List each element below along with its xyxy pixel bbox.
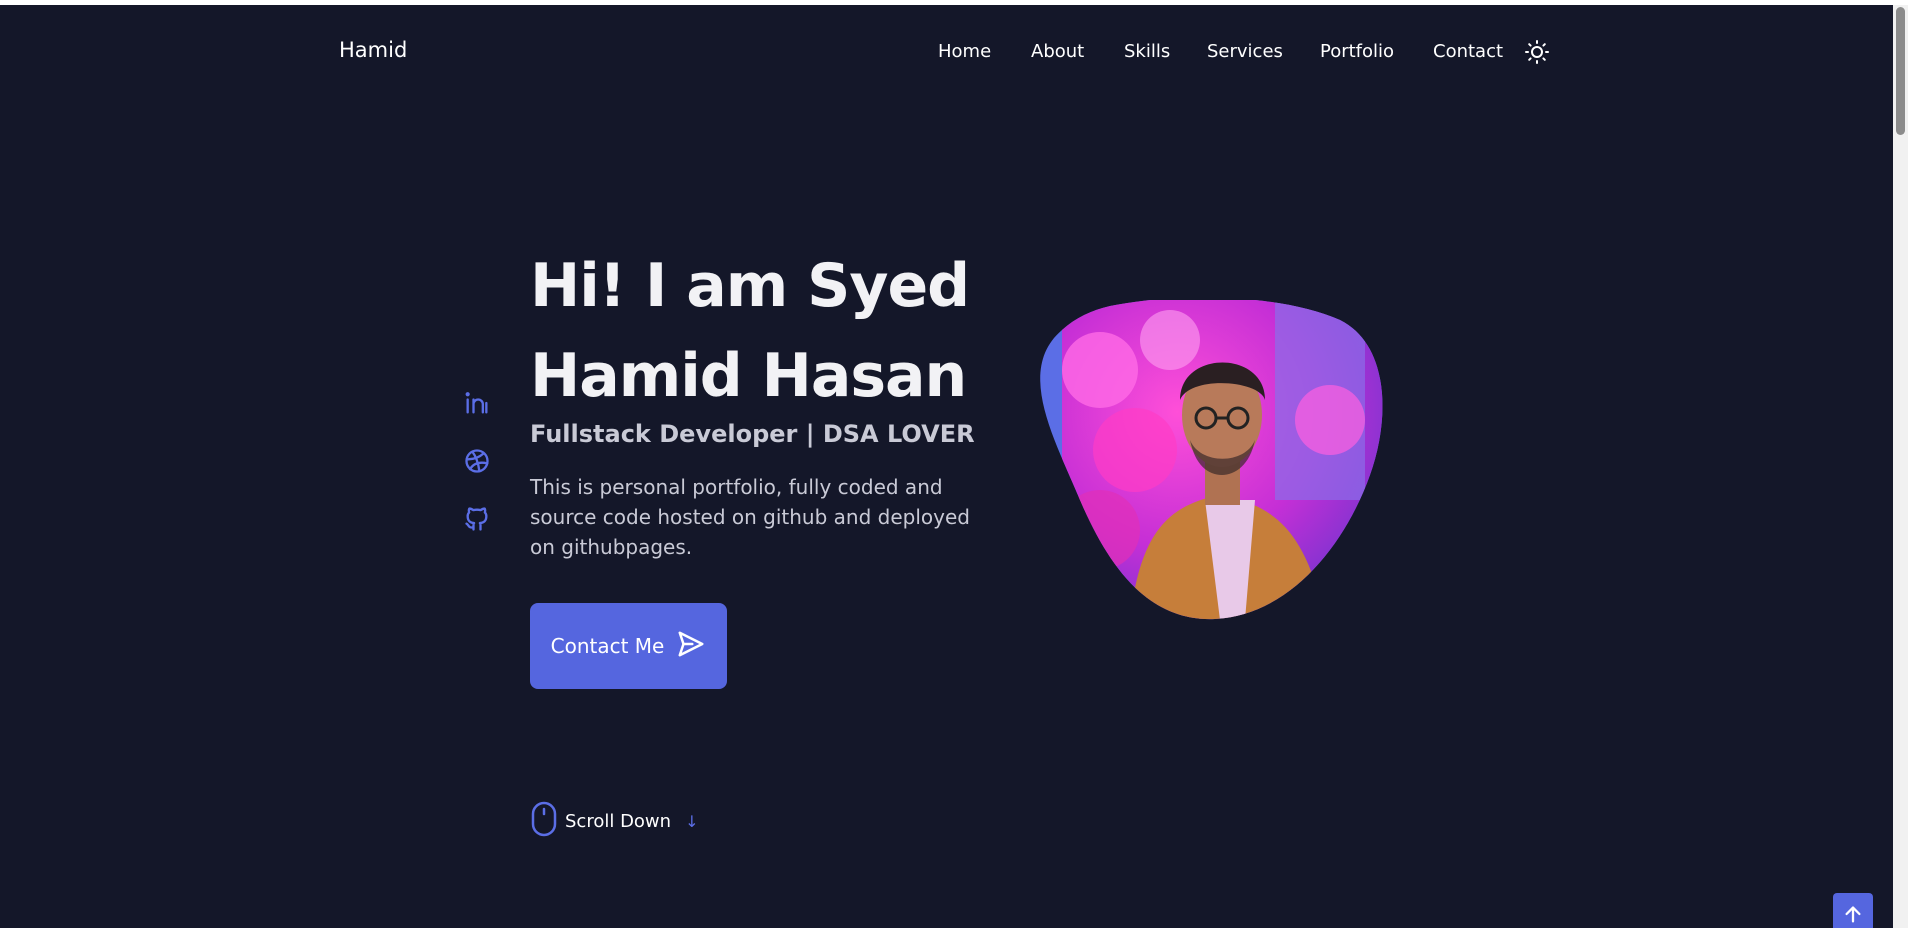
hero-subtitle: Fullstack Developer | DSA LOVER: [530, 420, 975, 448]
send-icon: [676, 629, 706, 664]
nav-portfolio[interactable]: Portfolio: [1320, 41, 1394, 62]
nav-home[interactable]: Home: [938, 41, 991, 62]
scrollbar-thumb[interactable]: [1896, 7, 1905, 135]
page-viewport: Hamid Home About Skills Services Portfol…: [0, 5, 1893, 928]
github-icon[interactable]: [463, 505, 491, 533]
dribbble-icon[interactable]: [463, 447, 491, 475]
scroll-up-button[interactable]: [1833, 893, 1873, 928]
mouse-icon: [531, 801, 557, 841]
contact-me-button[interactable]: Contact Me: [530, 603, 727, 689]
linkedin-icon[interactable]: [463, 389, 491, 417]
scroll-down-link[interactable]: Scroll Down ↓: [531, 801, 698, 841]
sun-icon[interactable]: [1525, 40, 1549, 64]
arrow-up-icon: [1842, 893, 1864, 928]
scroll-down-label: Scroll Down: [565, 810, 672, 832]
contact-me-label: Contact Me: [550, 634, 665, 658]
page-scrollbar[interactable]: [1893, 5, 1908, 928]
arrow-down-icon: ↓: [685, 811, 699, 831]
profile-photo: [1040, 300, 1385, 620]
hero-description: This is personal portfolio, fully coded …: [530, 475, 970, 559]
nav-services[interactable]: Services: [1207, 41, 1283, 62]
nav-skills[interactable]: Skills: [1124, 41, 1170, 62]
nav-contact[interactable]: Contact: [1433, 41, 1503, 62]
hero-title: Hi! I am Syed Hamid Hasan: [530, 251, 970, 411]
nav-about[interactable]: About: [1031, 41, 1084, 62]
site-logo[interactable]: Hamid: [339, 38, 407, 62]
